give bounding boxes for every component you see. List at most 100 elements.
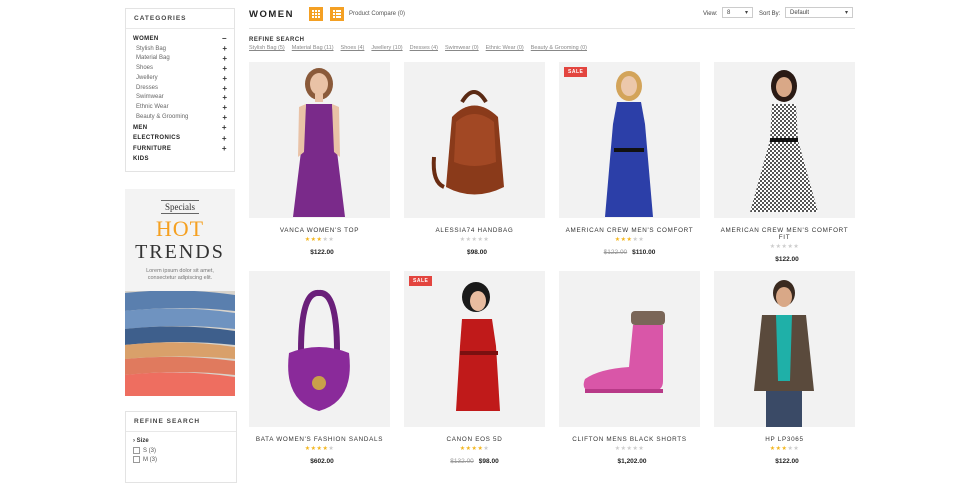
sort-select[interactable]: Default ▾: [785, 7, 853, 18]
product-card[interactable]: CLIFTON MENS BLACK SHORTS ★★★★★ $1,202.0…: [559, 271, 700, 465]
product-card[interactable]: AMERICAN CREW MEN'S COMFORT FIT ★★★★★ $1…: [714, 62, 855, 263]
product-name[interactable]: CLIFTON MENS BLACK SHORTS: [559, 436, 700, 443]
product-image[interactable]: [559, 271, 700, 427]
product-image[interactable]: SALE: [559, 62, 700, 218]
expand-icon[interactable]: +: [222, 104, 227, 112]
blue-dress-image: [605, 71, 653, 217]
product-price: $602.00: [310, 458, 334, 465]
expand-icon[interactable]: +: [222, 55, 227, 63]
subcategory-item[interactable]: Ethnic Wear +: [133, 103, 227, 113]
red-dress-image: [456, 282, 500, 411]
subcategory-item[interactable]: Beauty & Grooming +: [133, 113, 227, 123]
subcategory-label: Shoes: [136, 65, 154, 72]
product-card[interactable]: HP LP3065 ★★★★★ $122.00: [714, 271, 855, 465]
product-compare-link[interactable]: Product Compare (0): [349, 11, 405, 17]
refine-link[interactable]: Dresses (4): [410, 45, 438, 51]
promo-specials: Specials: [125, 200, 235, 214]
refine-link[interactable]: Swimwear (0): [445, 45, 479, 51]
size-option-m[interactable]: M (3): [133, 456, 229, 463]
promo-text: Lorem ipsum dolor sit amet, consectetur …: [146, 268, 214, 281]
refine-link[interactable]: Beauty & Grooming (0): [531, 45, 587, 51]
star-rating: ★★★★★: [559, 446, 700, 452]
subcategory-item[interactable]: Stylish Bag +: [133, 45, 227, 55]
product-price: $122.00: [775, 256, 799, 263]
product-image[interactable]: SALE: [404, 271, 545, 427]
purple-dress-image: [293, 68, 345, 217]
refine-link[interactable]: Shoes (4): [341, 45, 365, 51]
categories-box: CATEGORIES WOMEN − Stylish Bag + Material …: [125, 8, 235, 172]
size-filter-label[interactable]: › Size: [133, 438, 229, 444]
category-furniture[interactable]: FURNITURE +: [133, 144, 227, 155]
grid-icon: [312, 10, 320, 18]
subcategory-item[interactable]: Jwellery +: [133, 74, 227, 84]
expand-icon[interactable]: +: [222, 45, 227, 53]
expand-icon[interactable]: +: [222, 134, 227, 143]
product-name[interactable]: VANCA WOMEN'S TOP: [249, 227, 390, 234]
checkbox[interactable]: [133, 456, 140, 463]
product-name[interactable]: BATA WOMEN'S FASHION SANDALS: [249, 436, 390, 443]
expand-icon[interactable]: +: [222, 145, 227, 153]
purple-handbag-image: [288, 290, 350, 411]
product-card[interactable]: VANCA WOMEN'S TOP ★★★★★ $122.00: [249, 62, 390, 256]
product-image[interactable]: [714, 62, 855, 218]
subcategory-label: Stylish Bag: [136, 45, 167, 52]
expand-icon[interactable]: +: [222, 74, 227, 83]
expand-icon[interactable]: +: [222, 113, 227, 122]
promo-hot: HOT: [155, 216, 205, 241]
refine-search-box: REFINE SEARCH › Size S (3) M (3): [125, 411, 237, 483]
product-name[interactable]: CANON EOS 5D: [404, 436, 545, 443]
star-rating: ★★★★★: [559, 237, 700, 243]
star-rating: ★★★★★: [249, 446, 390, 452]
product-name[interactable]: AMERICAN CREW MEN'S COMFORT FIT: [714, 227, 855, 241]
promo-trends: TRENDS: [135, 241, 225, 263]
subcategory-item[interactable]: Shoes +: [133, 64, 227, 74]
brown-backpack-image: [431, 90, 504, 195]
refine-link[interactable]: Jwellery (10): [371, 45, 402, 51]
product-image[interactable]: [404, 62, 545, 218]
product-card[interactable]: BATA WOMEN'S FASHION SANDALS ★★★★★ $602.…: [249, 271, 390, 465]
checkbox[interactable]: [133, 447, 140, 454]
product-card[interactable]: ALESSIA74 HANDBAG ★★★★★ $98.00: [404, 62, 545, 256]
category-label: FURNITURE: [133, 145, 172, 152]
refine-link[interactable]: Ethnic Wear (0): [486, 45, 524, 51]
category-label: ELECTRONICS: [133, 135, 181, 142]
expand-icon[interactable]: +: [222, 124, 227, 132]
view-select[interactable]: 8 ▾: [722, 7, 753, 18]
expand-icon[interactable]: +: [222, 84, 227, 93]
subcategory-item[interactable]: Dresses +: [133, 84, 227, 94]
product-card[interactable]: SALE CANON EOS 5D ★★★★★ $132.00 $98.00: [404, 271, 545, 465]
grid-view-button[interactable]: [309, 7, 323, 21]
category-label: WOMEN: [133, 36, 159, 42]
refine-search-label: REFINE SEARCH: [249, 37, 305, 43]
refine-link[interactable]: Material Bag (11): [292, 45, 334, 51]
size-option-s[interactable]: S (3): [133, 447, 229, 454]
folded-jeans-image: [125, 291, 235, 396]
category-kids[interactable]: KIDS: [133, 154, 227, 165]
refine-link[interactable]: Stylish Bag (5): [249, 45, 285, 51]
category-electronics[interactable]: ELECTRONICS +: [133, 133, 227, 144]
expand-icon[interactable]: +: [222, 64, 227, 73]
product-name[interactable]: HP LP3065: [714, 436, 855, 443]
man-jacket-image: [754, 280, 814, 427]
subcategory-label: Dresses: [136, 84, 159, 91]
product-image[interactable]: [249, 271, 390, 427]
sale-badge: SALE: [409, 276, 433, 286]
subcategory-item[interactable]: Swimwear +: [133, 93, 227, 103]
expand-icon[interactable]: +: [222, 94, 227, 102]
star-icon: ★: [638, 237, 645, 243]
product-image[interactable]: [714, 271, 855, 427]
product-name[interactable]: AMERICAN CREW MEN'S COMFORT: [559, 227, 700, 234]
category-women[interactable]: WOMEN −: [133, 34, 227, 45]
product-card[interactable]: SALE AMERICAN CREW MEN'S COMFORT ★★★★★ $…: [559, 62, 700, 256]
collapse-icon[interactable]: −: [222, 35, 227, 43]
category-label: KIDS: [133, 156, 149, 163]
page-title: WOMEN: [249, 9, 294, 20]
list-view-button[interactable]: [330, 7, 344, 21]
hot-trends-banner[interactable]: Specials HOT TRENDS Lorem ipsum dolor si…: [125, 189, 235, 396]
subcategory-item[interactable]: Material Bag +: [133, 54, 227, 64]
dropdown-arrow-icon: ▾: [744, 10, 748, 16]
category-men[interactable]: MEN +: [133, 123, 227, 134]
product-name[interactable]: ALESSIA74 HANDBAG: [404, 227, 545, 234]
product-image[interactable]: [249, 62, 390, 218]
sidebar: CATEGORIES WOMEN − Stylish Bag + Material …: [125, 8, 235, 172]
